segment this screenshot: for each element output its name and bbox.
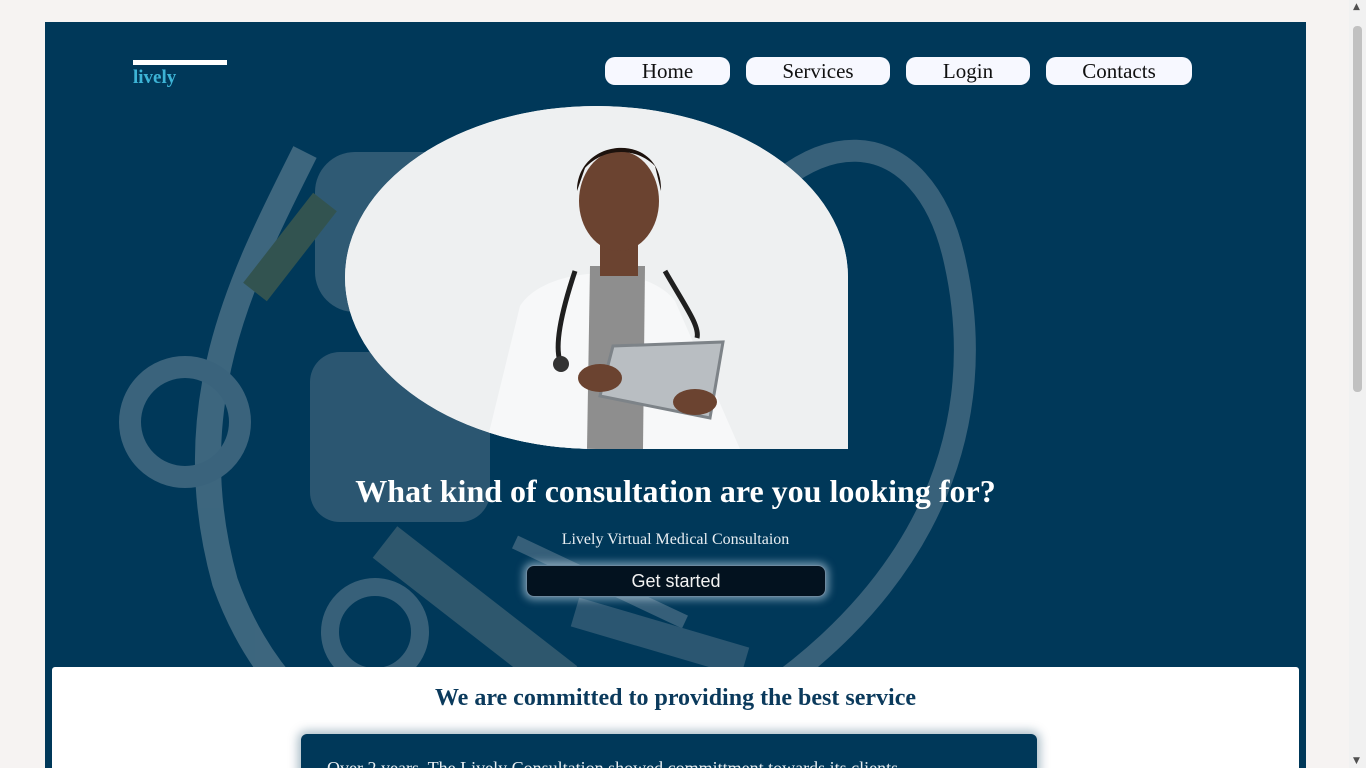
scroll-thumb[interactable] <box>1353 26 1362 392</box>
logo-text: lively <box>133 67 177 88</box>
page-scrollbar[interactable]: ▲ ▼ <box>1349 0 1366 768</box>
hero-subtitle: Lively Virtual Medical Consultaion <box>561 531 790 548</box>
section-heading: We are committed to providing the best s… <box>434 685 917 711</box>
nav-contacts-button[interactable]: Contacts <box>1046 57 1192 85</box>
page-container: lively Home Services Login Contacts What… <box>45 22 1306 768</box>
nav-login-button[interactable]: Login <box>906 57 1030 85</box>
hero-title: What kind of consultation are you lookin… <box>355 473 996 509</box>
doctor-illustration <box>345 106 848 449</box>
main-nav: Home Services Login Contacts <box>605 57 1192 85</box>
hero-doctor-image <box>345 106 848 449</box>
info-card-text: Over 2 years, The Lively Consultation sh… <box>327 758 899 768</box>
scroll-up-icon[interactable]: ▲ <box>1353 2 1360 12</box>
nav-home-button[interactable]: Home <box>605 57 730 85</box>
nav-services-button[interactable]: Services <box>746 57 890 85</box>
service-section: We are committed to providing the best s… <box>52 667 1299 768</box>
get-started-button[interactable]: Get started <box>526 565 826 597</box>
info-card: Over 2 years, The Lively Consultation sh… <box>301 734 1037 768</box>
scroll-down-icon[interactable]: ▼ <box>1353 756 1360 766</box>
site-logo[interactable]: lively <box>133 60 227 89</box>
